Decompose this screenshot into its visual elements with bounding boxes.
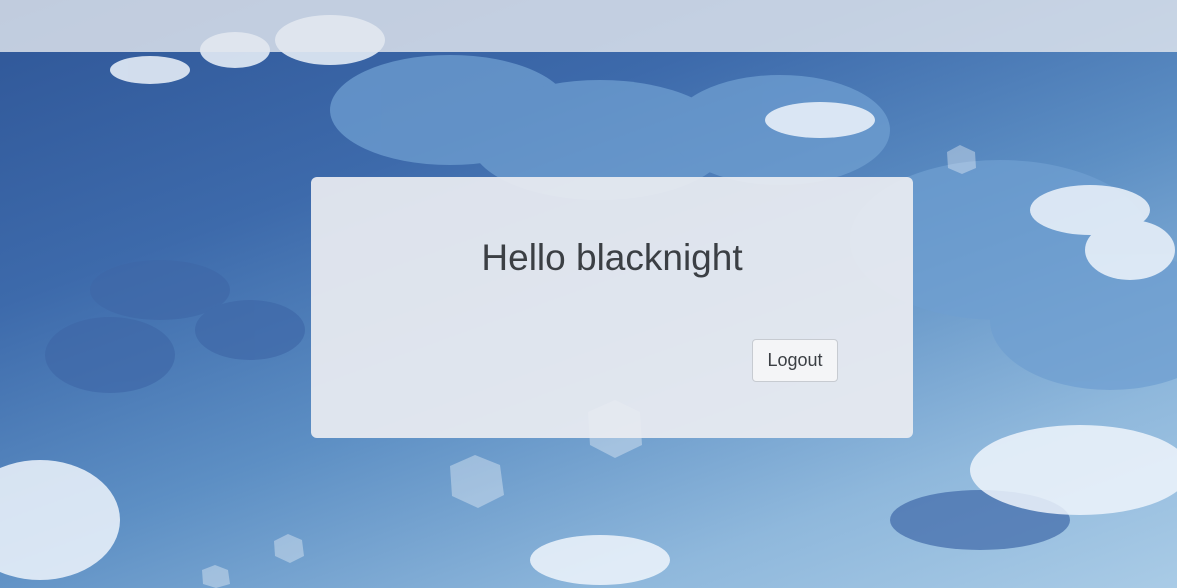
welcome-card: Hello blacknight Logout [311,177,913,438]
greeting-heading: Hello blacknight [481,237,743,278]
top-navbar [0,0,1177,52]
logout-button[interactable]: Logout [752,339,838,382]
